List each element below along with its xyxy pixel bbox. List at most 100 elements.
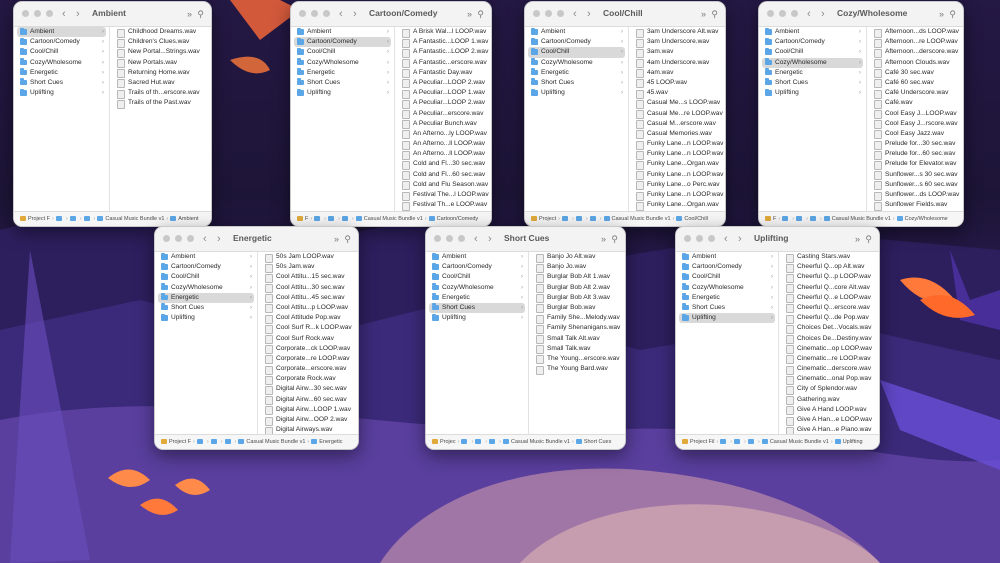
file-item[interactable]: Returning Home.wav — [110, 68, 211, 79]
file-item[interactable]: Afternoon...re LOOP.wav — [867, 37, 963, 48]
file-item[interactable]: 45 LOOP.wav — [629, 78, 725, 89]
back-chevron-icon[interactable]: ‹ — [724, 232, 728, 246]
file-item[interactable]: A Fantastic...LOOP 2.wav — [395, 47, 491, 58]
path-drive[interactable]: Project F — [169, 439, 191, 445]
file-item[interactable]: Cheerful Q...core Alt.wav — [779, 283, 879, 294]
zoom-button[interactable] — [708, 235, 715, 242]
minimize-button[interactable] — [34, 10, 41, 17]
zoom-button[interactable] — [791, 10, 798, 17]
close-button[interactable] — [684, 235, 691, 242]
search-icon[interactable]: ⚲ — [197, 7, 204, 21]
folder-item[interactable]: Cool/Chill › — [294, 47, 391, 57]
file-item[interactable]: Afternoon...derscore.wav — [867, 47, 963, 58]
file-item[interactable]: Prelude for...60 sec.wav — [867, 149, 963, 160]
file-item[interactable]: Cheerful Q...p LOOP.wav — [779, 272, 879, 283]
folder-item[interactable]: Short Cues › — [429, 302, 525, 314]
forward-chevron-icon[interactable]: › — [738, 232, 742, 246]
file-item[interactable]: Café 30 sec.wav — [867, 68, 963, 79]
file-item[interactable]: Corporate Rock.wav — [258, 374, 358, 385]
folder-item[interactable]: Cartoon/Comedy › — [679, 262, 775, 272]
file-item[interactable]: Sunflower...s 30 sec.wav — [867, 170, 963, 181]
file-item[interactable]: Festival Th...e LOOP.wav — [395, 200, 491, 211]
file-item[interactable]: Casual M...erscore.wav — [629, 119, 725, 130]
file-item[interactable]: Burglar Bob.wav — [529, 303, 625, 314]
finder-window[interactable]: ‹ › Cool/Chill » ⚲ Ambient › Cartoon/Comed… — [524, 1, 726, 227]
path-current[interactable]: Cool/Chill — [684, 216, 708, 222]
path-current[interactable]: Cartoon/Comedy — [437, 216, 479, 222]
folder-item[interactable]: Energetic › — [762, 68, 863, 78]
finder-window[interactable]: ‹ › Cozy/Wholesome » ⚲ Ambient › Cartoon/C… — [758, 1, 964, 227]
folder-item[interactable]: Short Cues › — [294, 78, 391, 88]
folder-item[interactable]: Cool/Chill › — [429, 272, 525, 282]
file-item[interactable]: Corporate...ck LOOP.wav — [258, 344, 358, 355]
file-item[interactable]: An Afterno...ll LOOP.wav — [395, 139, 491, 150]
file-item[interactable]: Cinematic...op LOOP.wav — [779, 344, 879, 355]
file-item[interactable]: Afternoon...ds LOOP.wav — [867, 27, 963, 38]
close-button[interactable] — [163, 235, 170, 242]
file-item[interactable]: 3am.wav — [629, 47, 725, 58]
file-item[interactable]: Gathering.wav — [779, 395, 879, 406]
back-chevron-icon[interactable]: ‹ — [339, 7, 343, 21]
file-item[interactable]: Small Talk.wav — [529, 344, 625, 355]
file-item[interactable]: 4am Underscore.wav — [629, 58, 725, 69]
file-item[interactable]: A Peculiar...LOOP 1.wav — [395, 88, 491, 99]
file-item[interactable]: Café Underscore.wav — [867, 88, 963, 99]
minimize-button[interactable] — [779, 10, 786, 17]
title-bar[interactable]: ‹ › Ambient » ⚲ — [14, 2, 211, 27]
folder-item[interactable]: Short Cues › — [158, 303, 254, 313]
file-item[interactable]: Give A Han...e LOOP.wav — [779, 415, 879, 426]
folder-item[interactable]: Ambient › — [528, 27, 625, 37]
zoom-button[interactable] — [323, 10, 330, 17]
finder-window[interactable]: ‹ › Short Cues » ⚲ Ambient › Cartoon/Comed… — [425, 226, 626, 450]
folder-item[interactable]: Energetic › — [294, 68, 391, 78]
file-item[interactable]: Small Talk Alt.wav — [529, 334, 625, 344]
forward-chevron-icon[interactable]: › — [488, 232, 492, 246]
file-item[interactable]: Give A Hand LOOP.wav — [779, 405, 879, 416]
file-item[interactable]: Digital Airw...LOOP 1.wav — [258, 405, 358, 416]
folder-item[interactable]: Ambient › — [762, 27, 863, 37]
folder-item[interactable]: Ambient › — [158, 252, 254, 262]
folder-item[interactable]: Cozy/Wholesome › — [429, 283, 525, 293]
file-item[interactable]: Digital Airw...60 sec.wav — [258, 395, 358, 406]
title-bar[interactable]: ‹ › Uplifting » ⚲ — [676, 227, 879, 252]
file-item[interactable]: A Peculiar Bunch.wav — [395, 119, 491, 130]
file-item[interactable]: Choices De...Destiny.wav — [779, 334, 879, 344]
file-item[interactable]: Cool Surf R...k LOOP.wav — [258, 323, 358, 334]
file-item[interactable]: Children's Clues.wav — [110, 37, 211, 48]
file-item[interactable]: Cinematic...derscore.wav — [779, 364, 879, 375]
back-chevron-icon[interactable]: ‹ — [807, 7, 811, 21]
folder-item[interactable]: Uplifting › — [17, 88, 106, 98]
file-item[interactable]: Afternoon Clouds.wav — [867, 58, 963, 69]
file-item[interactable]: Funky Lane...n LOOP.wav — [629, 149, 725, 160]
folder-item[interactable]: Cartoon/Comedy › — [528, 37, 625, 47]
file-item[interactable]: Cool Easy J...rscore.wav — [867, 119, 963, 130]
folder-item[interactable]: Cozy/Wholesome › — [762, 57, 863, 68]
back-chevron-icon[interactable]: ‹ — [62, 7, 66, 21]
minimize-button[interactable] — [446, 235, 453, 242]
more-chevrons-icon[interactable]: » — [467, 7, 472, 21]
finder-window[interactable]: ‹ › Energetic » ⚲ Ambient › Cartoon/Comedy… — [154, 226, 359, 450]
file-item[interactable]: An Afterno...ly LOOP.wav — [395, 129, 491, 140]
folder-item[interactable]: Uplifting › — [294, 88, 391, 98]
forward-chevron-icon[interactable]: › — [587, 7, 591, 21]
file-item[interactable]: Burglar Bob Alt 2.wav — [529, 283, 625, 294]
folder-item[interactable]: Energetic › — [528, 68, 625, 78]
folder-item[interactable]: Uplifting › — [762, 88, 863, 98]
file-item[interactable]: The Young...erscore.wav — [529, 354, 625, 365]
file-item[interactable]: Corporate...re LOOP.wav — [258, 354, 358, 365]
file-item[interactable]: Cheerful Q...op Alt.wav — [779, 262, 879, 273]
file-item[interactable]: Funky Lane...n LOOP.wav — [629, 170, 725, 181]
path-bundle[interactable]: Casual Music Bundle v1 — [511, 439, 570, 445]
file-item[interactable]: A Fantastic...erscore.wav — [395, 58, 491, 69]
path-bundle[interactable]: Casual Music Bundle v1 — [364, 216, 423, 222]
title-bar[interactable]: ‹ › Cool/Chill » ⚲ — [525, 2, 725, 27]
folder-item[interactable]: Ambient › — [294, 27, 391, 37]
title-bar[interactable]: ‹ › Energetic » ⚲ — [155, 227, 358, 252]
more-chevrons-icon[interactable]: » — [855, 232, 860, 246]
file-item[interactable]: A Peculiar...LOOP 2.wav — [395, 98, 491, 109]
folder-item[interactable]: Cool/Chill › — [158, 272, 254, 282]
file-item[interactable]: Digital Airw...OOP 2.wav — [258, 415, 358, 426]
file-item[interactable]: Corporate...erscore.wav — [258, 364, 358, 375]
file-item[interactable]: Childhood Dreams.wav — [110, 27, 211, 38]
path-drive[interactable]: F — [305, 216, 308, 222]
